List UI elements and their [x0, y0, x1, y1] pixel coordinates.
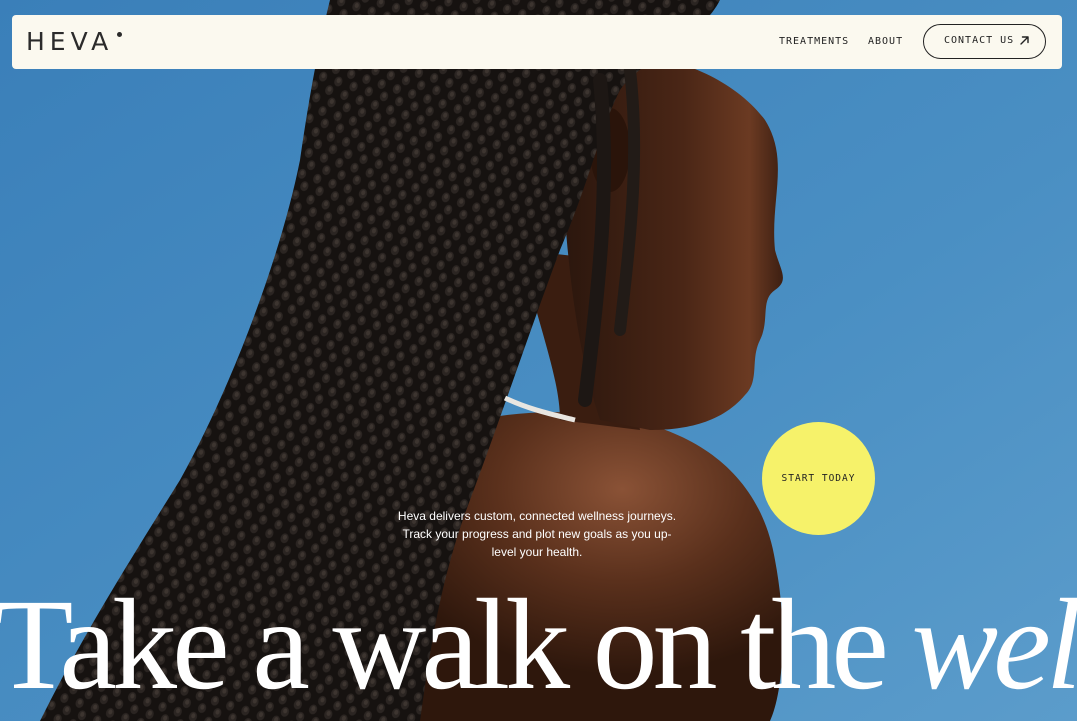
contact-us-button[interactable]: CONTACT US: [923, 24, 1046, 59]
heva-logo[interactable]: HEVA: [26, 28, 113, 56]
hero-intro-text: Heva delivers custom, connected wellness…: [397, 509, 677, 559]
start-today-button[interactable]: START TODAY: [762, 422, 875, 535]
hero-headline: Take a walk on the wellness: [0, 575, 1077, 715]
nav-link-about[interactable]: ABOUT: [868, 35, 903, 49]
landing-page: HEVA TREATMENTS ABOUT CONTACT US START T…: [0, 0, 1077, 721]
arrow-up-right-icon: [1020, 36, 1029, 45]
top-navigation-bar: HEVA TREATMENTS ABOUT CONTACT US: [12, 15, 1062, 69]
nav-link-treatments[interactable]: TREATMENTS: [779, 35, 849, 49]
contact-us-label: CONTACT US: [944, 35, 1015, 46]
logo-registered-mark: [117, 32, 122, 37]
start-today-label: START TODAY: [781, 473, 856, 484]
hero-headline-italic: wellness: [911, 573, 1077, 717]
hero-headline-regular: Take a walk on the: [0, 573, 912, 717]
